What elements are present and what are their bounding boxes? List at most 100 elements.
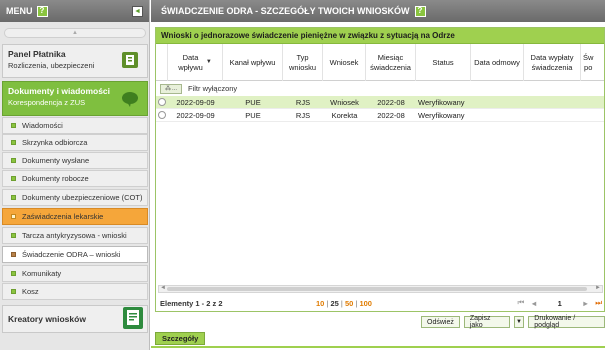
page-size-100[interactable]: 100 [359,299,372,308]
bullet-icon [11,233,16,238]
menu-item-swiadczenie-odra[interactable]: Świadczenie ODRA – wnioski [2,246,148,263]
bullet-icon [11,289,16,294]
menu-item-label: Wiadomości [22,121,63,130]
column-header-wniosek[interactable]: Wniosek [323,44,366,81]
print-preview-button[interactable]: Drukowanie / podgląd [528,315,605,329]
kreatory-wnioskow-label: Kreatory wniosków [8,314,86,324]
menu-scroll-up-button[interactable]: ▲ [4,28,146,38]
column-header-data-wplywu[interactable]: Data wpływu ▼ [168,44,223,81]
grid-footer: Elementy 1 - 2 z 2 10 | 25 | 50 | 100 ⏮ … [156,296,604,310]
cell-odmowa [471,109,524,122]
bullet-icon [11,195,16,200]
cell-wniosek: Korekta [331,110,358,120]
details-tab[interactable]: Szczegóły [155,332,206,345]
horizontal-scrollbar[interactable]: ◄ ► [158,285,603,293]
bottom-divider [151,346,605,348]
page-title: ŚWIADCZENIE ODRA - SZCZEGÓŁY TWOICH WNIO… [161,6,410,16]
column-header-miesiac-swiadczenia[interactable]: Miesiąc świadczenia [366,44,416,81]
menu-title: MENU [6,6,33,16]
menu-item-komunikaty[interactable]: Komunikaty [2,265,148,282]
table-row[interactable]: 2022-09-09 PUE RJS Wniosek 2022-08 Weryf… [156,96,604,109]
row-select[interactable] [156,109,168,122]
pager: ⏮ ◄ 1 ► ⏭ [517,298,602,308]
menu-item-label: Komunikaty [22,269,62,278]
cell-kanal: PUE [245,97,261,107]
column-header-data-odmowy[interactable]: Data odmowy [471,44,524,81]
menu-item-tarcza-antykryzysowa[interactable]: Tarcza antykryzysowa - wnioski [2,227,148,244]
first-page-icon[interactable]: ⏮ [517,298,524,308]
menu-help-icon[interactable]: ? [36,5,48,17]
scroll-right-icon[interactable]: ► [595,285,601,291]
column-header-status[interactable]: Status [416,44,471,81]
sort-desc-icon[interactable]: ▼ [206,59,212,67]
column-header-label: Data wpływu [178,53,203,72]
column-header-label: Data wypłaty świadczenia [530,53,574,72]
bullet-icon [11,176,16,181]
column-header-label: Status [432,57,454,67]
applications-grid: Wnioski o jednorazowe świadczenie pienię… [155,27,605,312]
page-size-25[interactable]: 25 [330,299,338,308]
menu-item-label: Skrzynka odbiorcza [22,138,88,147]
radio-button[interactable] [158,111,166,119]
menu-item-zaswiadczenia-lekarskie[interactable]: Zaświadczenia lekarskie [2,208,148,225]
cell-miesiac: 2022-08 [377,110,405,120]
page-size-selector: 10 | 25 | 50 | 100 [316,299,372,308]
menu-item-wiadomosci[interactable]: Wiadomości [2,117,148,134]
column-header-typ-wniosku[interactable]: Typ wniosku [283,44,323,81]
radio-button[interactable] [158,98,166,106]
prev-page-icon[interactable]: ◄ [530,299,537,308]
cell-status: Weryfikowany [418,97,465,107]
cell-status: Weryfikowany [418,110,465,120]
scrollbar-thumb[interactable] [167,287,587,291]
scroll-left-icon[interactable]: ◄ [160,285,166,291]
cell-data-wplywu: 2022-09-09 [176,97,215,107]
save-as-dropdown-icon[interactable]: ▼ [513,316,525,328]
cell-kanal: PUE [245,110,261,120]
bullet-icon [11,140,16,145]
bullet-icon [11,123,16,128]
column-header-kanal-wplywu[interactable]: Kanał wpływu [223,44,283,81]
bullet-icon [11,214,16,219]
table-body: 2022-09-09 PUE RJS Wniosek 2022-08 Weryf… [156,96,604,122]
column-header-label: Kanał wpływu [229,57,276,67]
menu-item-label: Dokumenty ubezpieczeniowe (COT) [22,193,143,202]
menu-item-kosz[interactable]: Kosz [2,283,148,300]
table-row[interactable]: 2022-09-09 PUE RJS Korekta 2022-08 Weryf… [156,109,604,122]
next-page-icon[interactable]: ► [582,299,589,308]
action-buttons: Odśwież Zapisz jako ▼ Drukowanie / podgl… [421,315,605,329]
menu-item-dokumenty-ubezpieczeniowe[interactable]: Dokumenty ubezpieczeniowe (COT) [2,189,148,206]
cell-typ: RJS [295,110,311,120]
menu-item-skrzynka-odbiorcza[interactable]: Skrzynka odbiorcza [2,134,148,151]
menu-item-label: Świadczenie ODRA – wnioski [22,250,121,259]
page-size-10[interactable]: 10 [316,299,324,308]
dokumenty-i-wiadomosci-item[interactable]: Dokumenty i wiadomości Korespondencja z … [2,81,148,116]
menu-item-label: Dokumenty wysłane [22,156,90,165]
grid-title: Wnioski o jednorazowe świadczenie pienię… [156,28,604,44]
cell-wyplata [524,109,581,122]
filter-button[interactable]: ⁂ ... [160,83,182,94]
column-header-label: Typ wniosku [288,53,317,72]
menu-item-label: Zaświadczenia lekarskie [22,212,104,221]
last-page-icon[interactable]: ⏭ [595,298,602,308]
page-help-icon[interactable]: ? [414,5,426,17]
menu-item-dokumenty-robocze[interactable]: Dokumenty robocze [2,170,148,187]
column-header-data-wyplaty[interactable]: Data wypłaty świadczenia [524,44,581,81]
cell-wyplata [524,96,581,109]
menu-item-label: Tarcza antykryzysowa - wnioski [22,231,127,240]
column-header-label: Św po [583,53,594,72]
cell-typ: RJS [295,97,311,107]
row-select[interactable] [156,96,168,109]
filter-icon: ⁂ [164,86,171,92]
column-header-partial[interactable]: Św po [581,44,604,81]
page-size-50[interactable]: 50 [345,299,353,308]
refresh-button[interactable]: Odśwież [421,316,460,328]
panel-platnika-item[interactable]: Panel Płatnika Rozliczenia, ubezpieczeni [2,44,148,78]
bullet-icon [11,271,16,276]
collapse-menu-button[interactable]: ◄ [132,6,143,17]
left-menu: MENU ? ◄ ▲ Panel Płatnika Rozliczenia, u… [0,0,150,350]
menu-item-dokumenty-wyslane[interactable]: Dokumenty wysłane [2,152,148,169]
payer-panel-icon [122,52,138,68]
save-as-button[interactable]: Zapisz jako [463,315,510,329]
bullet-icon [11,252,16,257]
menu-header: MENU ? [0,0,149,22]
